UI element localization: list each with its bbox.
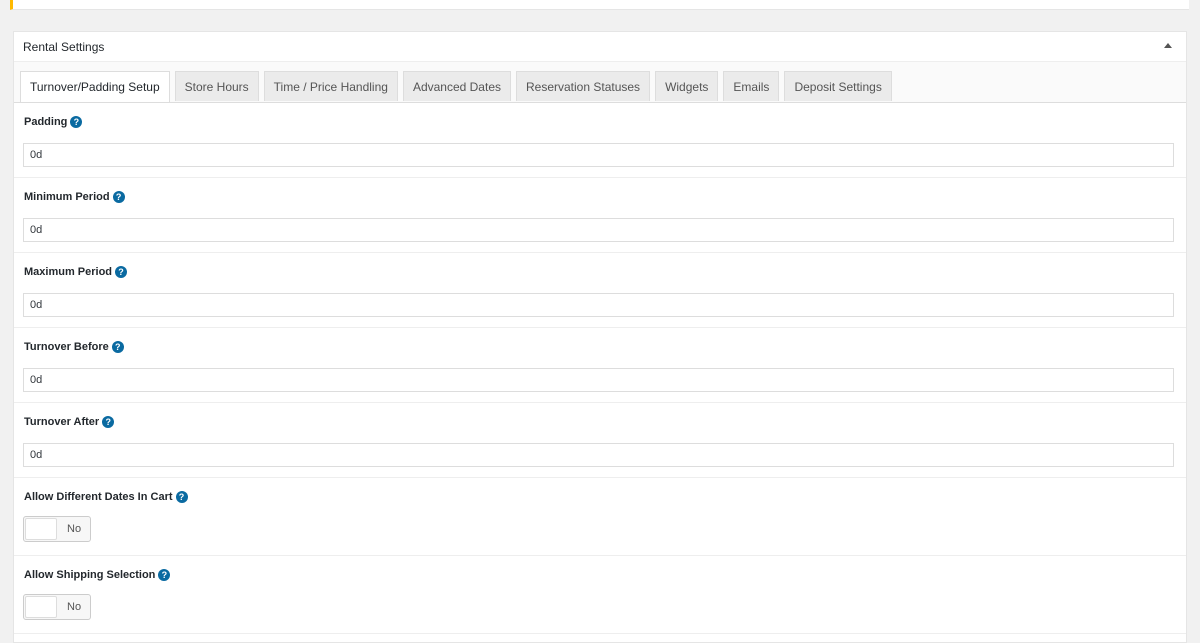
maximum-period-input[interactable] (23, 293, 1174, 317)
allow-shipping-selection-field: Allow Shipping Selection ? No (14, 556, 1186, 634)
panel-title: Rental Settings (23, 40, 105, 54)
maximum-period-field: Maximum Period ? (14, 253, 1186, 328)
allow-different-dates-field: Allow Different Dates In Cart ? No (14, 478, 1186, 556)
admin-notice (10, 0, 1189, 10)
tab-list: Turnover/Padding Setup Store Hours Time … (20, 71, 892, 102)
toggle-knob (25, 518, 57, 540)
tab-time-price-handling[interactable]: Time / Price Handling (263, 71, 398, 101)
help-icon[interactable]: ? (112, 191, 125, 203)
minimum-period-input[interactable] (23, 218, 1174, 242)
tab-deposit-settings[interactable]: Deposit Settings (784, 71, 892, 101)
tabs-bar: Turnover/Padding Setup Store Hours Time … (14, 62, 1186, 103)
help-icon[interactable]: ? (111, 341, 124, 353)
help-icon[interactable]: ? (102, 416, 115, 428)
padding-field: Padding ? (14, 103, 1186, 178)
tab-widgets[interactable]: Widgets (655, 71, 719, 101)
turnover-after-label: Turnover After ? (24, 416, 115, 428)
tab-reservation-statuses[interactable]: Reservation Statuses (516, 71, 651, 101)
allow-different-dates-label-text: Allow Different Dates In Cart (24, 491, 173, 503)
turnover-before-label: Turnover Before ? (24, 341, 124, 353)
toggle-knob (25, 596, 57, 618)
panel-header[interactable]: Rental Settings (14, 32, 1186, 62)
minimum-period-field: Minimum Period ? (14, 178, 1186, 253)
help-icon[interactable]: ? (175, 491, 188, 503)
maximum-period-label-text: Maximum Period (24, 266, 113, 278)
allow-different-dates-label: Allow Different Dates In Cart ? (24, 491, 188, 503)
help-icon[interactable]: ? (158, 569, 171, 581)
turnover-after-label-text: Turnover After (24, 416, 100, 428)
rental-settings-panel: Rental Settings Turnover/Padding Setup S… (13, 31, 1187, 643)
tab-store-hours[interactable]: Store Hours (174, 71, 259, 101)
allow-shipping-selection-label-text: Allow Shipping Selection (24, 569, 156, 581)
tab-turnover-padding-setup[interactable]: Turnover/Padding Setup (20, 71, 170, 102)
help-icon[interactable]: ? (115, 266, 128, 278)
minimum-period-label: Minimum Period ? (24, 191, 125, 203)
tab-advanced-dates[interactable]: Advanced Dates (402, 71, 511, 101)
help-icon[interactable]: ? (70, 116, 83, 128)
tab-emails[interactable]: Emails (723, 71, 780, 101)
allow-shipping-selection-toggle[interactable]: No (23, 594, 91, 620)
allow-different-dates-toggle[interactable]: No (23, 516, 91, 542)
turnover-after-input[interactable] (23, 443, 1174, 467)
turnover-after-field: Turnover After ? (14, 403, 1186, 478)
toggle-state-text: No (67, 523, 82, 535)
collapse-arrow-icon[interactable] (1164, 43, 1172, 48)
padding-input[interactable] (23, 143, 1174, 167)
turnover-before-field: Turnover Before ? (14, 328, 1186, 403)
padding-label-text: Padding (24, 116, 68, 128)
padding-label: Padding ? (24, 116, 83, 128)
allow-shipping-selection-label: Allow Shipping Selection ? (24, 569, 171, 581)
minimum-period-label-text: Minimum Period (24, 191, 110, 203)
turnover-before-input[interactable] (23, 368, 1174, 392)
maximum-period-label: Maximum Period ? (24, 266, 128, 278)
toggle-state-text: No (67, 601, 82, 613)
turnover-before-label-text: Turnover Before (24, 341, 109, 353)
